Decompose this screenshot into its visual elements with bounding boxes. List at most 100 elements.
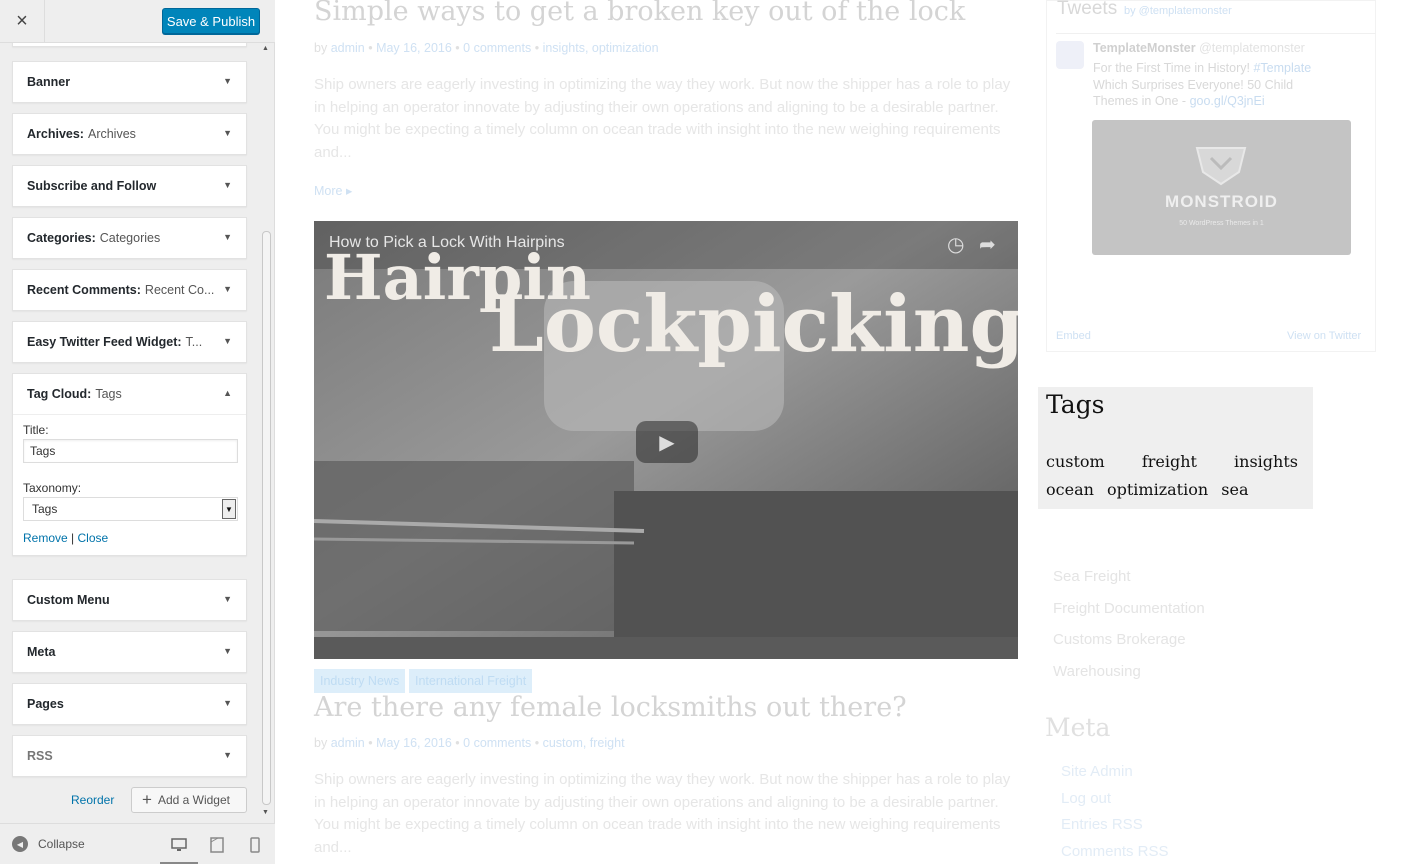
widget-title: Custom Menu (27, 593, 110, 607)
widget-header[interactable]: RSS ▼ (13, 736, 246, 776)
scroll-thumb[interactable] (262, 231, 271, 805)
video-embed[interactable]: How to Pick a Lock With Hairpins Hairpin… (314, 221, 1018, 659)
widget-header[interactable]: Custom Menu ▼ (13, 580, 246, 620)
author-link[interactable]: admin (331, 736, 365, 750)
date-link[interactable]: May 16, 2016 (376, 41, 452, 55)
tweet-media-card[interactable]: MONSTROID 50 WordPress Themes in 1 (1092, 120, 1351, 255)
widget-header[interactable]: Pages ▼ (13, 684, 246, 724)
post-excerpt: Ship owners are eagerly investing in opt… (314, 771, 1011, 856)
tag-link[interactable]: insights (1234, 452, 1298, 471)
tags-links[interactable]: insights, optimization (543, 41, 659, 55)
menu-item[interactable]: Customs Brokerage (1053, 631, 1205, 663)
chevron-down-icon: ▼ (223, 232, 232, 242)
scroll-up-icon[interactable]: ▲ (262, 45, 269, 52)
tag-link[interactable]: freight (1142, 452, 1197, 471)
tag-link[interactable]: sea (1221, 480, 1248, 499)
widget-twitter-feed[interactable]: Easy Twitter Feed Widget: T... ▼ (12, 321, 247, 363)
widget-header[interactable]: Meta ▼ (13, 632, 246, 672)
meta-link[interactable]: Site Admin (1061, 763, 1169, 790)
widget-categories[interactable]: Categories: Categories ▼ (12, 217, 247, 259)
menu-item[interactable]: Freight Documentation (1053, 600, 1205, 632)
widget-rss[interactable]: RSS ▼ (12, 735, 247, 777)
divider (1056, 33, 1376, 34)
add-widget-button[interactable]: + Add a Widget (131, 787, 247, 813)
widget-recent-comments[interactable]: Recent Comments: Recent Co... ▼ (12, 269, 247, 311)
save-publish-button[interactable]: Save & Publish (162, 8, 260, 34)
tweet-text: For the First Time in History! #Template… (1093, 60, 1313, 110)
embed-link[interactable]: Embed (1056, 330, 1091, 342)
author-link[interactable]: admin (331, 41, 365, 55)
widget-header[interactable]: Easy Twitter Feed Widget: T... ▼ (13, 322, 246, 362)
widget-tag-cloud[interactable]: Tag Cloud: Tags ▲ Title: Tags Taxonomy: Ta… (12, 373, 247, 556)
tweet-account[interactable]: TemplateMonster @templatemonster (1093, 41, 1305, 55)
widget-archives[interactable]: Archives: Archives ▼ (12, 113, 247, 155)
chevron-down-icon: ▼ (223, 284, 232, 294)
widget-header[interactable]: Categories: Categories ▼ (13, 218, 246, 258)
tag-cloud-list: custom freight insights ocean optimizati… (1046, 448, 1306, 504)
post-title[interactable]: Simple ways to get a broken key out of t… (314, 0, 965, 27)
category-badge[interactable]: Industry News (314, 669, 406, 693)
tag-link[interactable]: optimization (1107, 480, 1208, 499)
meta-link[interactable]: Comments RSS (1061, 843, 1169, 864)
play-button[interactable]: ▶ (636, 421, 698, 463)
widget-subtitle: T... (185, 335, 203, 349)
mobile-preview-icon[interactable] (245, 835, 265, 855)
widget-header[interactable]: Banner ▼ (13, 62, 246, 102)
post-title[interactable]: Are there any female locksmiths out ther… (314, 692, 907, 723)
menu-item[interactable]: Sea Freight (1053, 568, 1205, 600)
close-link[interactable]: Close (78, 531, 109, 545)
account-handle: @templatemonster (1199, 41, 1305, 55)
more-link[interactable]: More ▸ (314, 183, 352, 198)
widget-meta[interactable]: Meta ▼ (12, 631, 247, 673)
tablet-preview-icon[interactable] (207, 835, 227, 855)
meta-link[interactable]: Log out (1061, 790, 1169, 817)
tag-link[interactable]: ocean (1046, 480, 1094, 499)
meta-link[interactable]: Entries RSS (1061, 816, 1169, 843)
title-input[interactable]: Tags (23, 439, 238, 463)
category-badge[interactable]: International Freight (409, 669, 533, 693)
meta-list: Site Admin Log out Entries RSS Comments … (1061, 763, 1169, 864)
taxonomy-select[interactable]: Tags ▼ (23, 497, 238, 521)
widget-pages[interactable]: Pages ▼ (12, 683, 247, 725)
monstroid-logo-icon (1195, 147, 1247, 186)
widget-custom-menu[interactable]: Custom Menu ▼ (12, 579, 247, 621)
menu-item[interactable]: Warehousing (1053, 663, 1205, 695)
remove-link[interactable]: Remove (23, 531, 68, 545)
chevron-down-icon: ▼ (223, 336, 232, 346)
widget-title: Subscribe and Follow (27, 179, 157, 193)
hashtag-link[interactable]: #Template (1253, 61, 1311, 75)
view-on-twitter-link[interactable]: View on Twitter (1287, 330, 1361, 342)
widget-header[interactable]: Subscribe and Follow ▼ (13, 166, 246, 206)
tags-links[interactable]: custom, freight (543, 736, 625, 750)
scroll-down-icon[interactable]: ▼ (262, 809, 269, 816)
widget-title: Archives: (27, 127, 84, 141)
widget-header[interactable]: Recent Comments: Recent Co... ▼ (13, 270, 246, 310)
tweets-by[interactable]: by @templatemonster (1124, 5, 1232, 17)
more-arrow-icon: ▸ (345, 184, 353, 198)
tag-cloud-widget: Tags custom freight insights ocean optim… (1038, 387, 1313, 509)
widget-banner[interactable]: Banner ▼ (12, 61, 247, 103)
widget-title: Meta (27, 645, 56, 659)
reorder-link[interactable]: Reorder (71, 793, 114, 807)
watch-later-icon[interactable]: ◷ (947, 232, 964, 257)
share-icon[interactable]: ➦ (979, 232, 996, 257)
desktop-preview-icon[interactable] (169, 835, 189, 855)
close-customizer-button[interactable]: × (0, 0, 45, 43)
comments-link[interactable]: 0 comments (463, 41, 531, 55)
comments-link[interactable]: 0 comments (463, 736, 531, 750)
dropdown-arrow-icon[interactable]: ▼ (222, 499, 236, 519)
chevron-down-icon: ▼ (223, 128, 232, 138)
widget-header[interactable]: Archives: Archives ▼ (13, 114, 246, 154)
tweet-link[interactable]: goo.gl/Q3jnEi (1190, 94, 1265, 108)
widget-title: Banner (27, 75, 71, 89)
date-link[interactable]: May 16, 2016 (376, 736, 452, 750)
collapse-button[interactable]: ◀ Collapse (12, 836, 85, 852)
avatar[interactable] (1056, 41, 1084, 69)
tag-link[interactable]: custom (1046, 452, 1105, 471)
chevron-down-icon: ▼ (223, 646, 232, 656)
widget-subscribe-follow[interactable]: Subscribe and Follow ▼ (12, 165, 247, 207)
widget-title: Pages (27, 697, 64, 711)
widget-header[interactable]: Tag Cloud: Tags ▲ (13, 374, 246, 414)
panel-scrollbar[interactable]: ▲ ▼ (259, 43, 273, 823)
widget-subtitle: Categories (99, 231, 161, 245)
